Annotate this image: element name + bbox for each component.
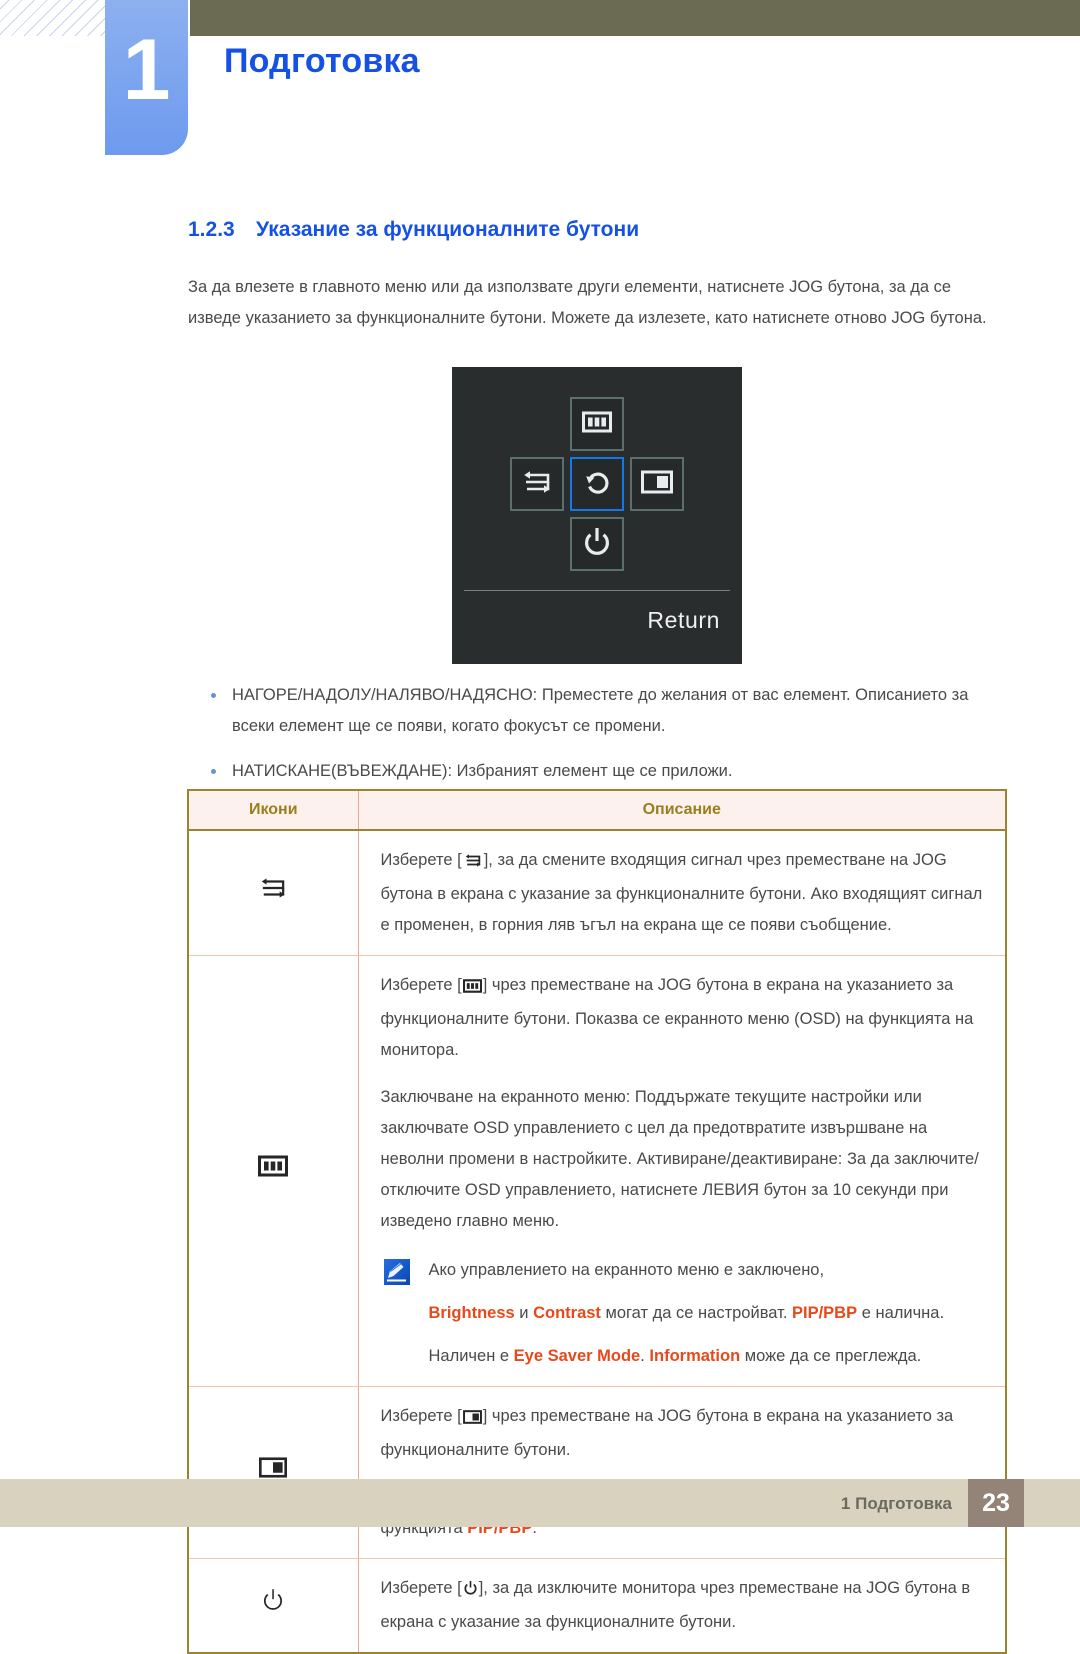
footer-chapter-label: 1 Подготовка: [840, 1494, 952, 1513]
note-term: PIP/PBP: [792, 1304, 858, 1322]
osd-menu-icon: [582, 411, 612, 438]
power-icon: [463, 1576, 478, 1607]
row-icon-cell: [187, 830, 359, 956]
row-paragraph: Изберете [] чрез преместване на JOG буто…: [381, 1401, 984, 1466]
chapter-title: Подготовка: [224, 42, 420, 80]
osd-menu-icon: [258, 1155, 289, 1181]
bullet-text: НАТИСКАНЕ(ВЪВЕЖДАНЕ): Избраният елемент …: [232, 762, 733, 780]
table-header-row: Икони Описание: [187, 789, 1007, 831]
page-number-badge: 23: [968, 1479, 1024, 1527]
power-icon: [582, 526, 612, 563]
return-icon: [582, 467, 612, 502]
note-term: Contrast: [533, 1304, 601, 1322]
text-pre: Изберете [: [380, 851, 462, 869]
table-row: Изберете [] чрез преместване на JOG буто…: [187, 955, 1007, 1387]
list-item: НАГОРЕ/НАДОЛУ/НАЛЯВО/НАДЯСНО: Преместете…: [188, 680, 1008, 742]
osd-return-label: Return: [647, 607, 720, 633]
row-description-cell: Изберете [], за да смените входящия сигн…: [358, 830, 1007, 956]
note-text: Наличен е: [428, 1347, 514, 1365]
osd-divider: [464, 590, 730, 591]
osd-key-source: [510, 457, 564, 511]
note-text: може да се преглежда.: [740, 1347, 922, 1365]
row-paragraph: Изберете [], за да смените входящия сигн…: [381, 845, 984, 941]
note-term: Information: [649, 1347, 741, 1365]
text-pre: Изберете [: [380, 1407, 462, 1425]
pip-pbp-icon: [641, 470, 673, 499]
bullet-text: НАГОРЕ/НАДОЛУ/НАЛЯВО/НАДЯСНО: Преместете…: [232, 686, 969, 735]
source-switch-icon: [521, 469, 553, 500]
note-line: Ако управлението на екранното меню е зак…: [429, 1255, 984, 1286]
power-icon: [261, 1589, 285, 1617]
bullet-dot-icon: [211, 693, 216, 698]
row-paragraph: Заключване на екранното меню: Поддържате…: [380, 1088, 979, 1230]
note-text: и: [514, 1304, 534, 1322]
osd-menu-icon: [462, 973, 482, 1004]
note-text: е налична.: [857, 1304, 945, 1322]
note-term: Eye Saver Mode: [513, 1347, 641, 1365]
intro-paragraph: За да влезете в главното меню или да изп…: [188, 278, 987, 327]
osd-key-cluster: [452, 375, 742, 575]
note-line: Наличен е Eye Saver Mode. Information мо…: [429, 1341, 984, 1372]
chapter-number: 1: [122, 22, 171, 118]
header-hatch-decoration: [0, 0, 118, 36]
section-heading: 1.2.3 Указание за функционалните бутони: [188, 218, 639, 242]
row-description-cell: Изберете [], за да изключите монитора чр…: [358, 1558, 1007, 1654]
table-row: Изберете [] чрез преместване на JOG буто…: [187, 1386, 1007, 1559]
note-text: могат да се настройват.: [600, 1304, 792, 1322]
note-pen-icon: [383, 1259, 410, 1285]
osd-function-key-guide-image: Return: [452, 367, 742, 664]
row-icon-cell: [187, 955, 359, 1387]
section-title: Указание за функционалните бутони: [256, 218, 640, 241]
row-paragraph: Изберете [], за да изключите монитора чр…: [381, 1573, 984, 1638]
row-description-cell: Изберете [] чрез преместване на JOG буто…: [358, 1386, 1007, 1559]
note-text: Ако управлението на екранното меню е зак…: [428, 1261, 825, 1279]
osd-key-menu: [570, 397, 624, 451]
column-header-description: Описание: [358, 789, 1007, 831]
note-term: Brightness: [428, 1304, 515, 1322]
column-header-icons: Икони: [187, 789, 359, 831]
note-box: Ако управлението на екранното меню е зак…: [381, 1255, 984, 1372]
note-line: Brightness и Contrast могат да се настро…: [429, 1298, 984, 1329]
row-description-cell: Изберете [] чрез преместване на JOG буто…: [358, 955, 1007, 1387]
text-pre: Изберете [: [380, 976, 462, 994]
pip-pbp-icon: [462, 1404, 482, 1435]
bullet-dot-icon: [211, 769, 216, 774]
bullet-list: НАГОРЕ/НАДОЛУ/НАЛЯВО/НАДЯСНО: Преместете…: [188, 680, 1008, 801]
osd-key-pip-pbp: [630, 457, 684, 511]
source-switch-icon: [463, 848, 483, 879]
text-pre: Изберете [: [380, 1579, 462, 1597]
table-row: Изберете [], за да смените входящия сигн…: [187, 830, 1007, 956]
row-icon-cell: [187, 1558, 359, 1654]
chapter-tab: 1: [105, 0, 188, 155]
section-number: 1.2.3: [188, 218, 235, 241]
osd-key-power: [570, 517, 624, 571]
header-olive-bar: [190, 0, 1080, 36]
osd-key-return: [570, 457, 624, 511]
row-icon-cell: [187, 1386, 359, 1559]
row-paragraph: Изберете [] чрез преместване на JOG буто…: [381, 970, 984, 1066]
table-row: Изберете [], за да изключите монитора чр…: [187, 1558, 1007, 1654]
source-switch-icon: [258, 877, 288, 904]
list-item: НАТИСКАНЕ(ВЪВЕЖДАНЕ): Избраният елемент …: [188, 756, 1008, 787]
